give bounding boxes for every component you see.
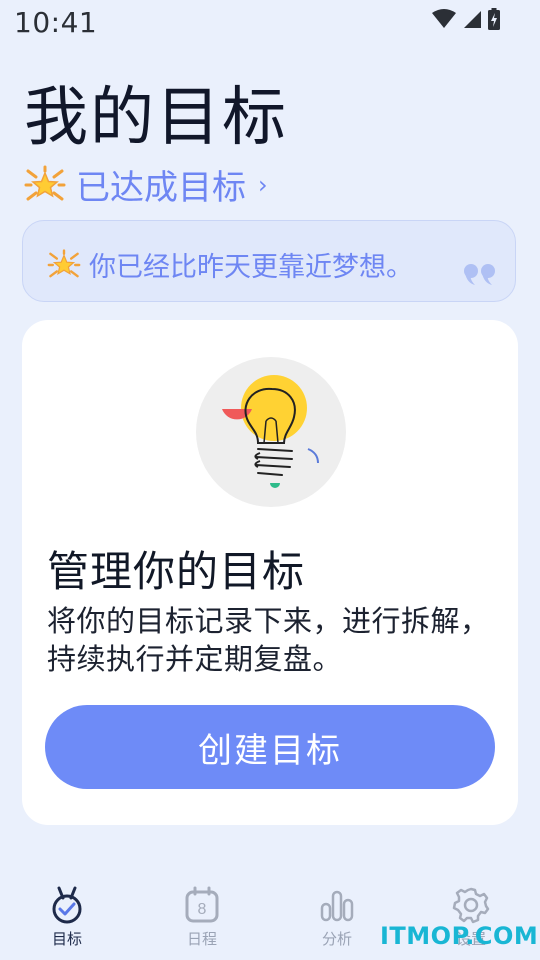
tab-goals[interactable]: 目标	[17, 886, 117, 949]
chevron-right-icon: ›	[258, 170, 268, 199]
tab-schedule[interactable]: 8 日程	[152, 886, 252, 949]
quote-mark-icon	[464, 264, 495, 285]
calendar-badge-number: 8	[198, 901, 207, 918]
goal-intro-card: 管理你的目标 将你的目标记录下来，进行拆解，持续执行并定期复盘。 创建目标	[22, 320, 518, 825]
tab-goals-label: 目标	[51, 930, 82, 948]
lightbulb-icon	[222, 375, 319, 488]
page-title: 我的目标	[24, 81, 288, 155]
tab-schedule-label: 日程	[186, 930, 217, 948]
motivation-quote-card: 你已经比昨天更靠近梦想。	[22, 220, 516, 302]
quote-text: 你已经比昨天更靠近梦想。	[89, 252, 413, 283]
card-description: 将你的目标记录下来，进行拆解，持续执行并定期复盘。	[47, 604, 490, 676]
tab-analysis-label: 分析	[321, 930, 352, 948]
medal-check-icon	[52, 886, 82, 924]
signal-icon	[464, 11, 481, 28]
status-bar: 10:41	[0, 0, 540, 44]
sparkle-star-icon	[24, 165, 66, 200]
bar-chart-icon	[320, 890, 354, 922]
watermark: ITMOP.COM	[380, 922, 539, 950]
achieved-goals-label: 已达成目标	[76, 168, 246, 208]
achieved-goals-link[interactable]: 已达成目标 ›	[24, 160, 268, 209]
status-time: 10:41	[14, 6, 98, 39]
gear-icon	[452, 887, 490, 924]
battery-icon	[488, 8, 500, 30]
tab-analysis[interactable]: 分析	[287, 886, 387, 949]
lightbulb-illustration	[196, 357, 346, 507]
create-goal-button[interactable]: 创建目标	[45, 705, 495, 789]
calendar-icon: 8	[185, 886, 219, 923]
wifi-icon	[432, 9, 456, 28]
status-icons	[432, 8, 500, 30]
sparkle-star-icon	[47, 248, 81, 277]
card-title: 管理你的目标	[47, 547, 306, 596]
